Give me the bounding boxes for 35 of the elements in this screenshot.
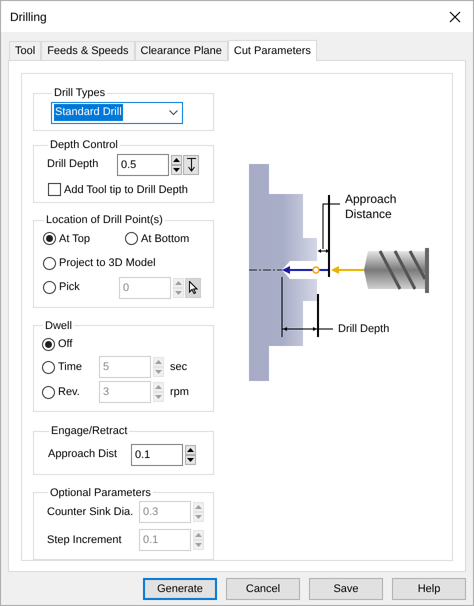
dropdown-value: Standard Drill <box>54 104 123 121</box>
dimension-label: Approach Distance <box>345 192 398 222</box>
radio-label: Time <box>58 360 82 375</box>
unit-label: rpm <box>170 384 189 400</box>
dialog-button[interactable]: Generate <box>143 578 217 600</box>
radio-label: Pick <box>59 280 80 296</box>
group-label: Dwell <box>44 318 73 334</box>
field-label: Step Increment <box>47 532 123 548</box>
radio-label: At Top <box>59 232 90 246</box>
tab[interactable]: Tool <box>9 41 42 60</box>
field-label: Approach Dist <box>48 447 118 462</box>
dimension-label: Drill Depth <box>338 322 390 337</box>
input-field[interactable]: 0.5 <box>117 154 169 176</box>
group-label: Drill Types <box>53 86 106 101</box>
field-label: Counter Sink Dia. <box>47 504 134 520</box>
dialog-button[interactable]: Save <box>309 578 383 600</box>
group-label: Depth Control <box>49 138 119 153</box>
radio-label: Off <box>58 336 72 352</box>
group-label: Engage/Retract <box>50 424 128 439</box>
tab[interactable]: Clearance Plane <box>134 41 228 60</box>
radio-label: Project to 3D Model <box>59 256 156 271</box>
radio-label: Rev. <box>58 384 80 400</box>
dropdown[interactable]: Standard Drill <box>51 102 183 124</box>
group-label: Location of Drill Point(s) <box>45 213 164 228</box>
window-title: Drilling <box>10 8 47 26</box>
checkbox-label: Add Tool tip to Drill Depth <box>64 182 188 198</box>
group-label: Optional Parameters <box>49 486 152 500</box>
radio-label: At Bottom <box>141 232 190 246</box>
dialog-button[interactable]: Help <box>392 578 466 600</box>
dialog-button[interactable]: Cancel <box>226 578 300 600</box>
unit-label: sec <box>170 360 188 375</box>
input-field[interactable]: 0.1 <box>131 444 183 466</box>
field-label: Drill Depth <box>47 157 100 172</box>
tab[interactable]: Cut Parameters <box>228 40 317 61</box>
tab[interactable]: Feeds & Speeds <box>41 41 135 60</box>
